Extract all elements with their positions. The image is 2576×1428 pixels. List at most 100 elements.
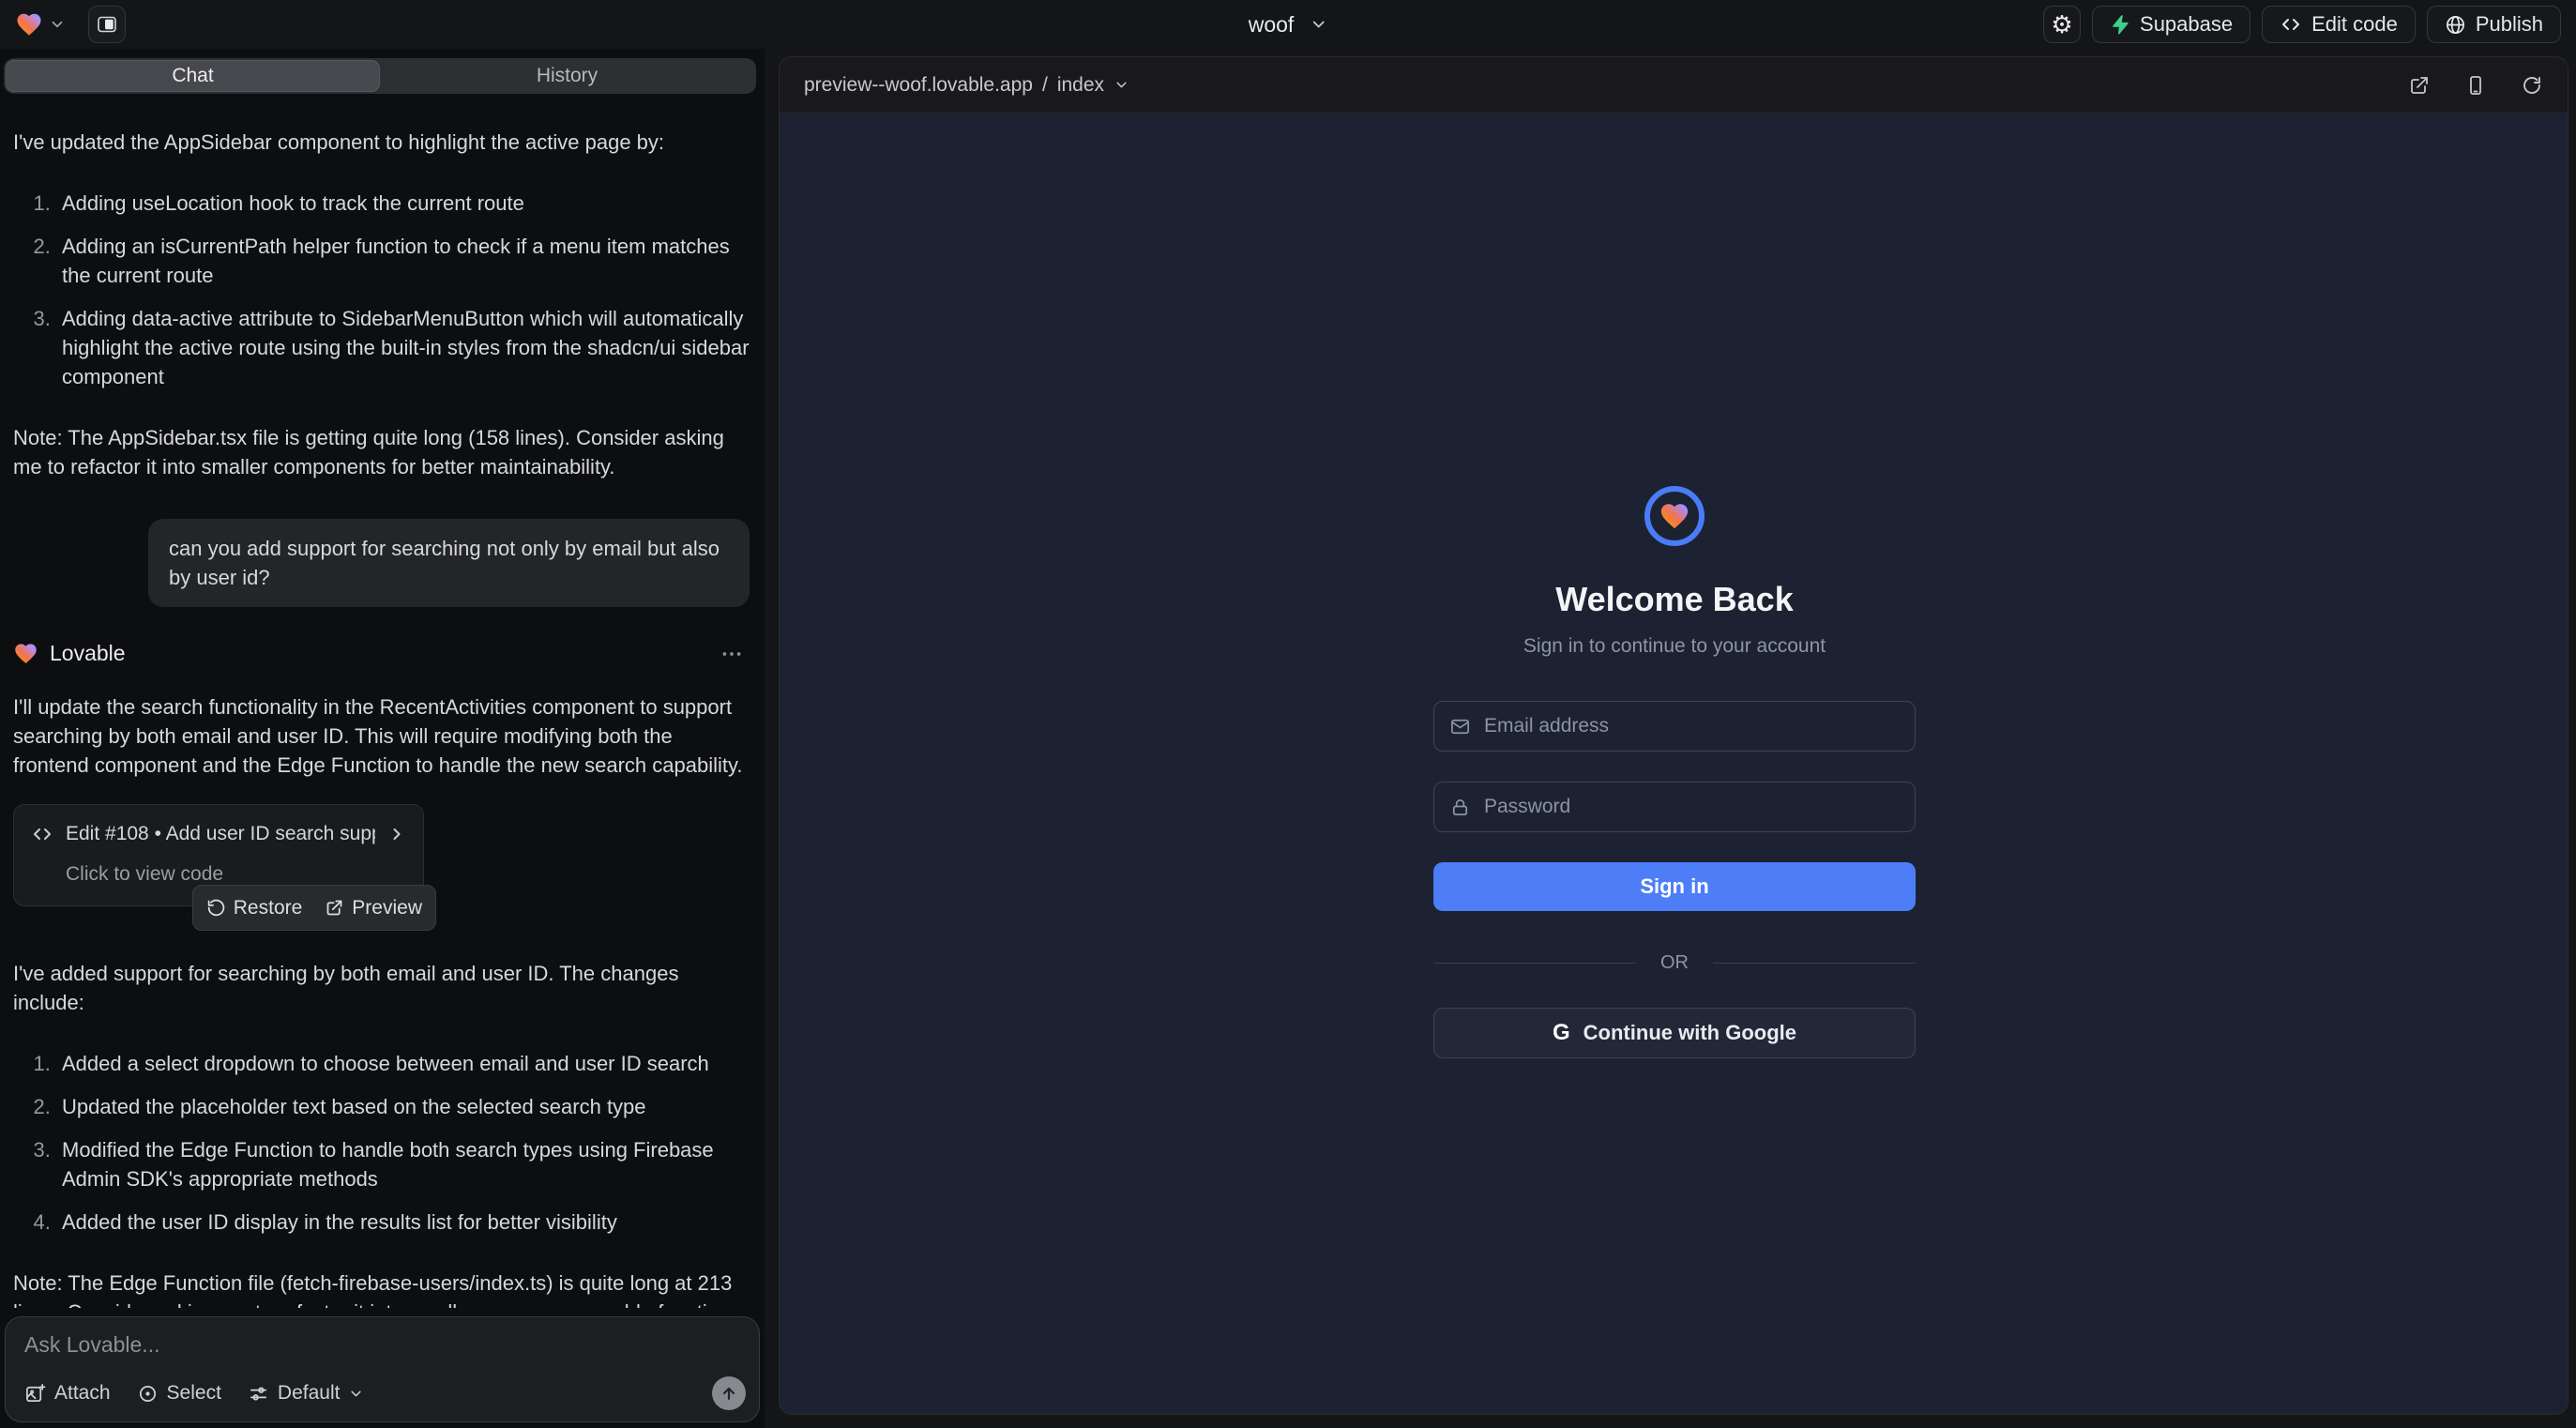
publish-label: Publish — [2476, 12, 2543, 37]
assistant-name: Lovable — [50, 639, 126, 668]
divider-label: OR — [1660, 952, 1689, 974]
assistant-list: Added a select dropdown to choose betwee… — [13, 1049, 750, 1237]
list-item: Updated the placeholder text based on th… — [56, 1092, 750, 1121]
attach-button[interactable]: Attach — [24, 1382, 111, 1405]
assistant-list: Adding useLocation hook to track the cur… — [13, 189, 750, 391]
panel-left-icon — [96, 13, 118, 36]
code-icon — [31, 823, 53, 845]
attach-image-icon — [24, 1383, 46, 1405]
lovable-heart-icon — [13, 641, 38, 666]
edit-code-label: Edit code — [2311, 12, 2398, 37]
list-item: Adding an isCurrentPath helper function … — [56, 232, 750, 290]
divider-line — [1433, 963, 1636, 964]
heart-logo-icon — [1659, 500, 1690, 532]
mobile-view-icon[interactable] — [2464, 74, 2487, 97]
model-selector[interactable]: Default — [248, 1382, 365, 1405]
list-item: Modified the Edge Function to handle bot… — [56, 1135, 750, 1193]
lovable-app: woof ⚙ Supabase Edit code Publish — [0, 0, 2576, 1428]
preview-url-bar[interactable]: preview--woof.lovable.app / index — [804, 74, 1129, 97]
google-sign-in-button[interactable]: G Continue with Google — [1433, 1008, 1916, 1058]
sidebar-toggle-button[interactable] — [88, 6, 126, 43]
attach-label: Attach — [54, 1382, 111, 1405]
chat-composer: Attach Select Default — [5, 1316, 760, 1422]
edit-code-card[interactable]: Edit #108 • Add user ID search supp... C… — [13, 804, 424, 906]
divider-line — [1713, 963, 1916, 964]
supabase-button[interactable]: Supabase — [2092, 6, 2250, 43]
envelope-icon — [1449, 716, 1471, 737]
list-item: Adding data-active attribute to SidebarM… — [56, 304, 750, 391]
assistant-note: Note: The Edge Function file (fetch-fire… — [13, 1268, 750, 1308]
login-subtitle: Sign in to continue to your account — [1433, 635, 1916, 658]
assistant-paragraph: I'll update the search functionality in … — [13, 692, 750, 780]
project-switcher[interactable]: woof — [1249, 12, 1328, 38]
select-label: Select — [167, 1382, 221, 1405]
top-bar: woof ⚙ Supabase Edit code Publish — [0, 0, 2576, 49]
code-icon — [2280, 13, 2302, 36]
external-link-icon — [325, 898, 344, 918]
restore-label: Restore — [234, 893, 303, 922]
chevron-down-icon — [348, 1386, 364, 1402]
assistant-header: Lovable — [13, 639, 750, 668]
login-title: Welcome Back — [1433, 580, 1916, 619]
preview-label: Preview — [352, 893, 422, 922]
settings-button[interactable]: ⚙ — [2043, 6, 2081, 43]
email-input[interactable] — [1484, 715, 1900, 737]
open-in-new-tab-icon[interactable] — [2408, 74, 2431, 97]
login-card: Welcome Back Sign in to continue to your… — [1433, 486, 1916, 1058]
restore-button[interactable]: Restore — [206, 893, 303, 922]
refresh-icon[interactable] — [2521, 74, 2543, 97]
send-arrow-icon — [720, 1384, 738, 1403]
user-message-bubble: can you add support for searching not on… — [148, 519, 750, 607]
more-options-icon[interactable] — [720, 642, 744, 666]
assistant-note: Note: The AppSidebar.tsx file is getting… — [13, 423, 750, 481]
chat-panel: Chat History I've updated the AppSidebar… — [0, 49, 765, 1428]
model-label: Default — [278, 1382, 341, 1405]
project-name: woof — [1249, 12, 1295, 38]
preview-button[interactable]: Preview — [325, 893, 422, 922]
select-target-icon — [137, 1383, 159, 1405]
edit-card-title: Edit #108 • Add user ID search supp... — [66, 819, 375, 848]
user-message-row: can you add support for searching not on… — [13, 519, 750, 607]
tab-history[interactable]: History — [380, 60, 754, 92]
preview-url: preview--woof.lovable.app — [804, 74, 1033, 97]
chat-history-tabs: Chat History — [4, 58, 756, 94]
list-item: Added the user ID display in the results… — [56, 1208, 750, 1237]
chevron-right-icon — [387, 825, 406, 843]
preview-header: preview--woof.lovable.app / index — [780, 57, 2568, 114]
restore-icon — [206, 898, 226, 918]
password-input[interactable] — [1484, 796, 1900, 818]
app-logo — [1644, 486, 1705, 546]
or-divider: OR — [1433, 952, 1916, 974]
preview-frame: preview--woof.lovable.app / index — [779, 56, 2568, 1415]
url-separator: / — [1042, 74, 1048, 97]
assistant-paragraph: I've updated the AppSidebar component to… — [13, 128, 750, 157]
supabase-bolt-icon — [2110, 14, 2130, 35]
google-g-icon: G — [1553, 1020, 1570, 1046]
sliders-icon — [248, 1383, 269, 1405]
password-field[interactable] — [1433, 782, 1916, 832]
lovable-heart-icon — [15, 10, 43, 38]
supabase-label: Supabase — [2140, 12, 2233, 37]
publish-button[interactable]: Publish — [2427, 6, 2561, 43]
chevron-down-icon — [1114, 77, 1129, 93]
gear-icon: ⚙ — [2051, 12, 2072, 37]
chevron-down-icon — [49, 16, 66, 33]
lovable-logo-menu[interactable] — [15, 10, 66, 38]
assistant-paragraph: I've added support for searching by both… — [13, 959, 750, 1017]
lock-icon — [1449, 797, 1471, 818]
list-item: Added a select dropdown to choose betwee… — [56, 1049, 750, 1078]
chat-transcript: I've updated the AppSidebar component to… — [0, 107, 765, 1308]
chat-input[interactable] — [24, 1332, 740, 1358]
send-button[interactable] — [712, 1376, 746, 1410]
google-button-label: Continue with Google — [1583, 1021, 1796, 1045]
globe-icon — [2445, 14, 2466, 36]
list-item: Adding useLocation hook to track the cur… — [56, 189, 750, 218]
chevron-down-icon — [1309, 15, 1327, 34]
sign-in-button[interactable]: Sign in — [1433, 862, 1916, 911]
select-button[interactable]: Select — [137, 1382, 221, 1405]
email-field[interactable] — [1433, 701, 1916, 752]
edit-code-button[interactable]: Edit code — [2262, 6, 2416, 43]
tab-chat[interactable]: Chat — [6, 60, 380, 92]
preview-page: index — [1057, 74, 1104, 97]
edit-card-toolbar: Restore Preview — [192, 885, 436, 931]
